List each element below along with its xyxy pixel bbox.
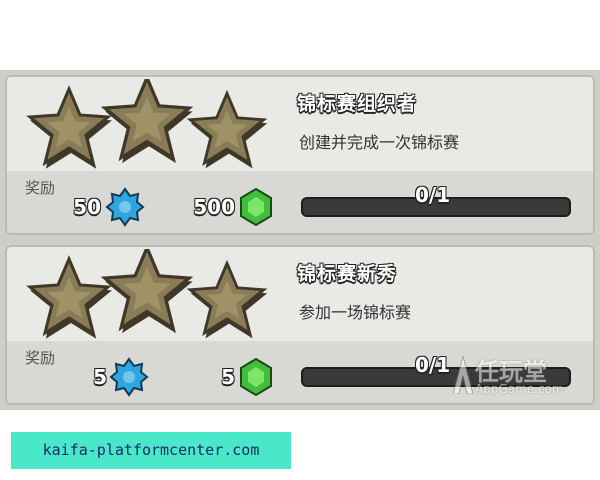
reward-gems-amount: 500 — [193, 195, 235, 219]
footer-link[interactable]: kaifa-platformcenter.com — [11, 441, 291, 459]
appgame-logo-icon — [453, 356, 473, 394]
achievement-description: 创建并完成一次锦标赛 — [299, 133, 460, 152]
star-icon — [28, 257, 112, 339]
star-icon — [103, 79, 193, 164]
reward-gems-amount: 5 — [221, 365, 235, 389]
star-icon — [103, 249, 193, 334]
reward-label: 奖励 — [25, 349, 56, 367]
reward-label: 奖励 — [25, 179, 56, 197]
achievement-stars — [28, 249, 268, 339]
reward-xp-amount: 5 — [93, 365, 107, 389]
star-icon — [28, 87, 112, 169]
reward-xp-amount: 50 — [73, 195, 101, 219]
achievement-title: 锦标赛组织者 — [297, 93, 418, 115]
progress-text: 0/1 — [415, 353, 451, 377]
appgame-watermark: 任玩堂 AppGame.com — [453, 352, 593, 402]
achievement-card-tournament-organizer: 锦标赛组织者 创建并完成一次锦标赛 奖励 50 500 0/1 — [5, 75, 595, 235]
gem-icon — [240, 357, 272, 397]
gem-icon — [240, 187, 272, 227]
footer-banner: kaifa-platformcenter.com — [11, 432, 291, 469]
watermark-en: AppGame.com — [475, 382, 564, 396]
achievement-title: 锦标赛新秀 — [297, 263, 398, 285]
xp-icon — [109, 357, 149, 397]
star-icon — [188, 91, 268, 169]
progress-text: 0/1 — [415, 183, 451, 207]
achievement-stars — [28, 79, 268, 169]
star-icon — [188, 261, 268, 339]
achievement-description: 参加一场锦标赛 — [299, 303, 412, 322]
xp-icon — [105, 187, 145, 227]
